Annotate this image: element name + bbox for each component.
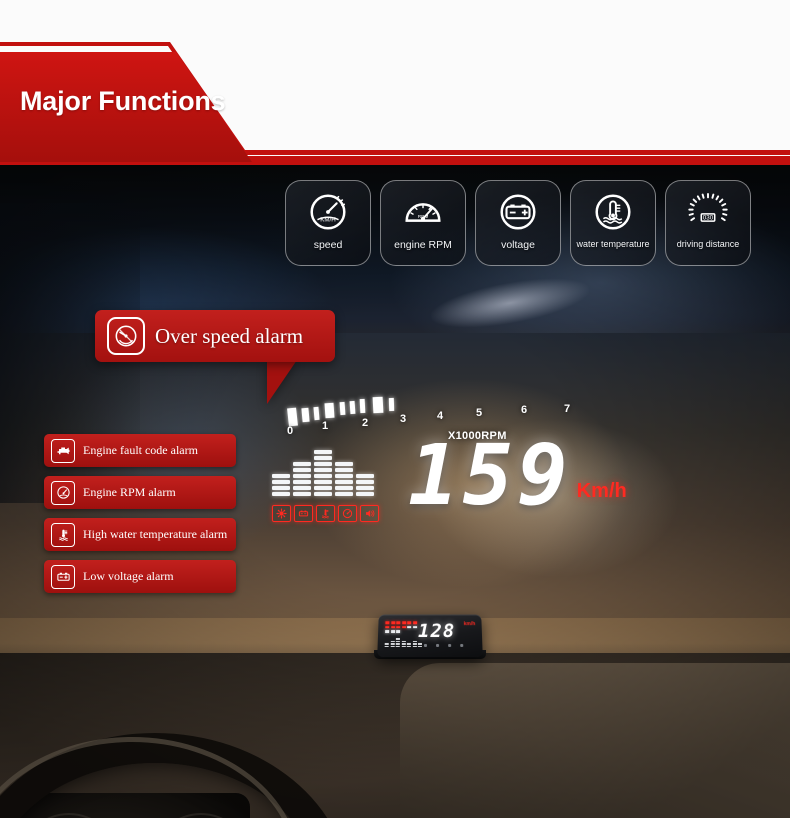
rpm-tick-label: 3 bbox=[400, 413, 407, 425]
equalizer-column bbox=[335, 462, 353, 496]
water-temperature-icon bbox=[51, 522, 75, 547]
rpm-bar bbox=[359, 398, 366, 414]
battery-indicator-icon bbox=[294, 505, 313, 522]
rpm-bar bbox=[301, 407, 310, 423]
device-speed-unit: km/h bbox=[463, 621, 476, 628]
equalizer-column bbox=[293, 462, 311, 496]
water-temperature-indicator-icon bbox=[316, 505, 335, 522]
hud-device: 128 km/h bbox=[377, 614, 483, 658]
device-bar-indicator bbox=[385, 621, 417, 633]
rpm-tick-label: 7 bbox=[564, 403, 571, 415]
equalizer-column bbox=[272, 474, 290, 496]
rpm-bar bbox=[372, 396, 384, 414]
device-equalizer bbox=[384, 637, 422, 648]
device-speed-value: 128 bbox=[417, 620, 456, 642]
hud-indicator-row bbox=[272, 505, 379, 522]
rpm-tick-label: 5 bbox=[476, 407, 483, 419]
alarm-item-engine-rpm[interactable]: Engine RPM alarm bbox=[44, 476, 237, 509]
over-speed-icon bbox=[107, 317, 145, 355]
svg-text:RPM: RPM bbox=[418, 214, 429, 220]
feature-label: water temperature bbox=[576, 239, 650, 249]
feature-label: speed bbox=[313, 239, 343, 251]
banner-shape bbox=[0, 42, 790, 165]
dashboard-right-panel bbox=[400, 663, 790, 818]
header-banner: Major Functions bbox=[0, 0, 790, 168]
callout-box[interactable]: Over speed alarm bbox=[95, 310, 335, 362]
rpm-tick-label: 2 bbox=[362, 417, 369, 429]
alarm-label: High water temperature alarm bbox=[83, 527, 228, 541]
speed-value: 159 bbox=[408, 426, 572, 524]
odometer-icon: 030 bbox=[688, 193, 728, 222]
device-status-dots bbox=[423, 643, 464, 647]
engine-indicator-icon bbox=[272, 505, 291, 522]
rpm-bar bbox=[324, 402, 335, 419]
page-title: Major Functions bbox=[20, 86, 226, 116]
feature-icon-row: KM/H speed RPM engine RPM voltage water … bbox=[285, 180, 751, 266]
rpm-bar bbox=[287, 407, 298, 427]
alarm-item-engine-fault[interactable]: Engine fault code alarm bbox=[44, 434, 237, 467]
hud-equalizer bbox=[272, 450, 374, 496]
alarm-label: Engine fault code alarm bbox=[83, 443, 198, 457]
speedometer-icon: KM/H bbox=[310, 194, 346, 230]
equalizer-column bbox=[356, 474, 374, 496]
feature-label: engine RPM bbox=[394, 239, 452, 251]
equalizer-column bbox=[314, 450, 332, 496]
over-speed-callout[interactable]: Over speed alarm bbox=[95, 310, 335, 404]
feature-voltage[interactable]: voltage bbox=[475, 180, 561, 266]
callout-tail bbox=[267, 360, 297, 404]
speed-unit: Km/h bbox=[576, 480, 627, 503]
tachometer-icon: RPM bbox=[405, 203, 441, 222]
hud-speed-readout: 159 Km/h bbox=[408, 426, 627, 524]
rpm-tick-label: 0 bbox=[287, 425, 294, 437]
rpm-bar bbox=[349, 400, 356, 415]
feature-water-temperature[interactable]: water temperature bbox=[570, 180, 656, 266]
rpm-tick-label: 6 bbox=[521, 404, 528, 416]
rpm-bar bbox=[313, 406, 320, 421]
alarm-list: Engine fault code alarm Engine RPM alarm bbox=[44, 434, 237, 593]
alarm-label: Engine RPM alarm bbox=[83, 485, 176, 499]
hud-projection: 0 1 2 3 4 5 6 7 X1000RPM 159 Km/h bbox=[270, 392, 627, 522]
battery-icon bbox=[51, 564, 75, 589]
feature-driving-distance[interactable]: 030 driving distance bbox=[665, 180, 751, 266]
svg-text:030: 030 bbox=[703, 215, 714, 222]
product-marketing-image: Radio 103.7 FM 17:16 4/12/2016 FM 1 SFR … bbox=[0, 0, 790, 818]
water-temperature-icon bbox=[595, 194, 631, 230]
feature-label: driving distance bbox=[676, 239, 740, 249]
rpm-bar bbox=[388, 397, 395, 412]
battery-icon bbox=[500, 194, 536, 230]
tachometer-icon bbox=[51, 480, 75, 505]
rpm-bar bbox=[339, 401, 346, 416]
engine-icon bbox=[51, 438, 75, 463]
feature-speed[interactable]: KM/H speed bbox=[285, 180, 371, 266]
feature-label: voltage bbox=[501, 239, 535, 251]
feature-engine-rpm[interactable]: RPM engine RPM bbox=[380, 180, 466, 266]
alarm-item-low-voltage[interactable]: Low voltage alarm bbox=[44, 560, 237, 593]
rpm-tick-label: 4 bbox=[437, 410, 444, 422]
callout-label: Over speed alarm bbox=[155, 323, 304, 348]
rpm-tick-label: 1 bbox=[322, 420, 329, 432]
svg-text:KM/H: KM/H bbox=[320, 217, 336, 224]
speaker-indicator-icon bbox=[360, 505, 379, 522]
speed-indicator-icon bbox=[338, 505, 357, 522]
alarm-label: Low voltage alarm bbox=[83, 569, 174, 583]
alarm-item-water-temperature[interactable]: High water temperature alarm bbox=[44, 518, 237, 551]
